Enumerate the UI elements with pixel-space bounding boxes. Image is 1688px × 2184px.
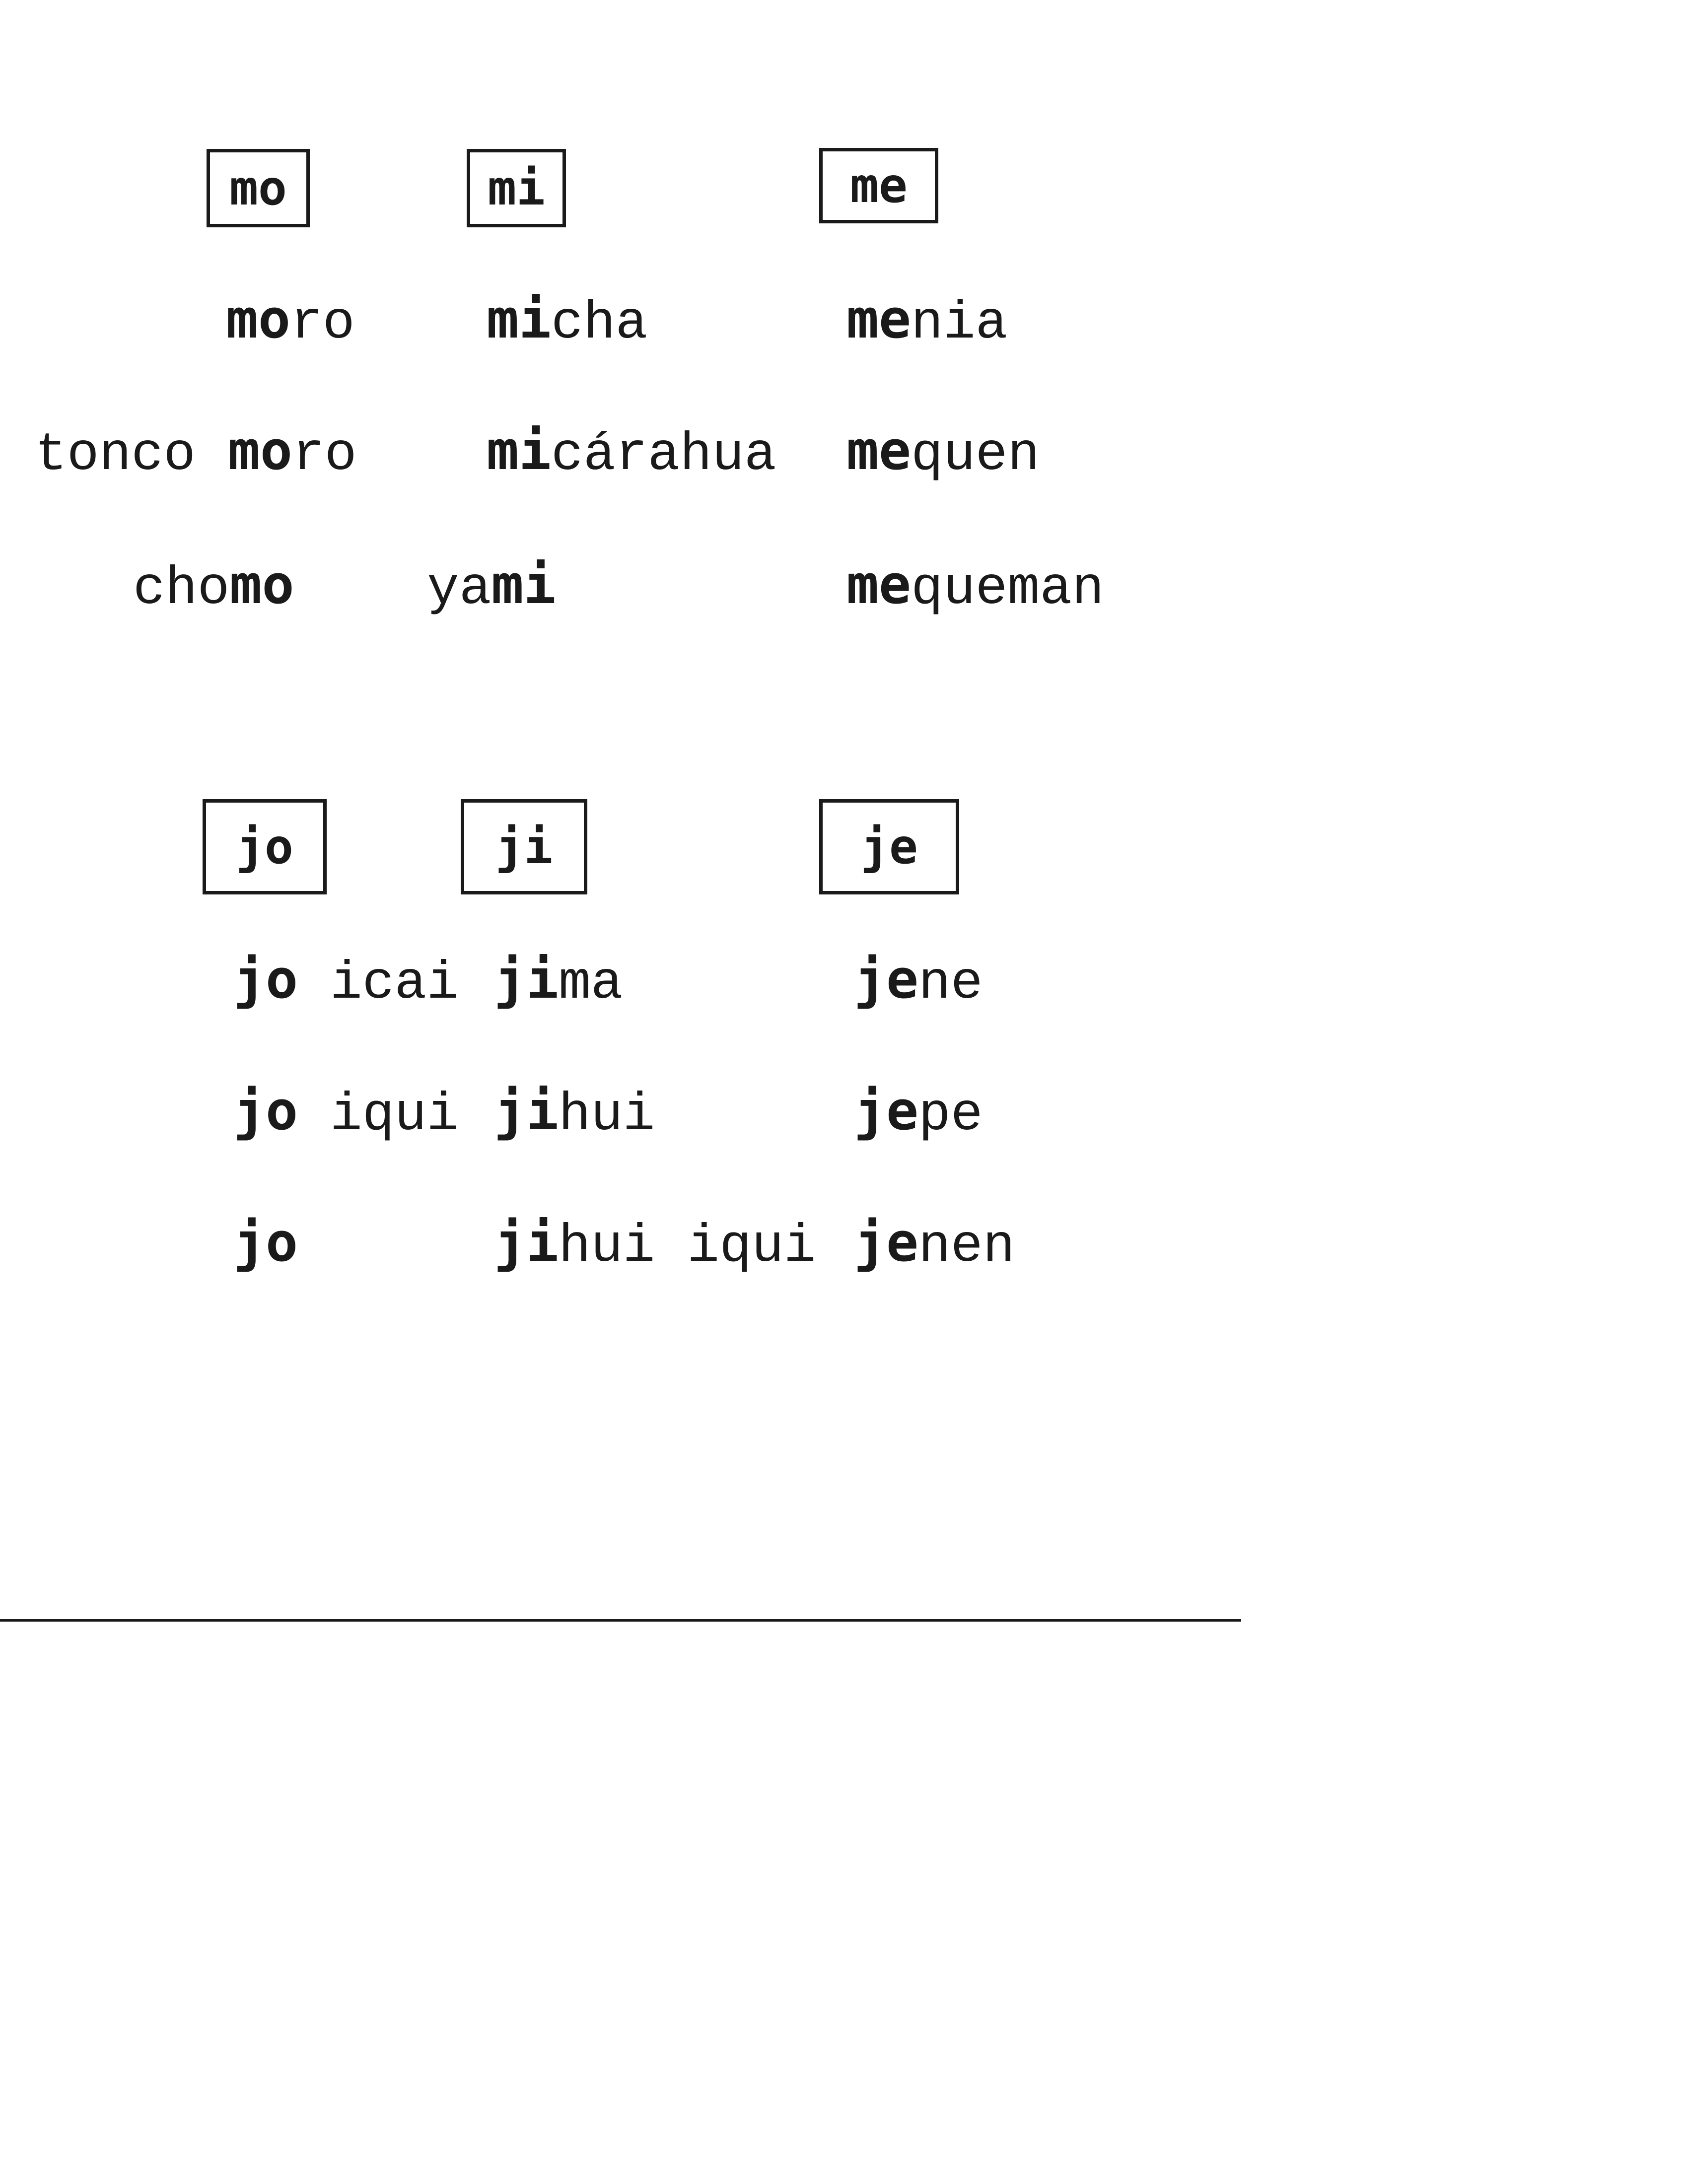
syllable-box-mo: mo <box>207 149 310 227</box>
syllable-box-ji: ji <box>461 799 587 894</box>
syllable-box-je: je <box>819 799 959 894</box>
word-menia: menia <box>846 293 1007 351</box>
syllable-label: jo <box>236 819 293 875</box>
word-syllable: me <box>846 288 912 350</box>
word-jenen: jenen <box>854 1216 1015 1274</box>
word-syllable: je <box>854 1212 919 1274</box>
word-syllable: je <box>854 949 919 1011</box>
syllable-label: ji <box>495 819 553 875</box>
word-syllable: mo <box>227 420 292 482</box>
word-syllable: mo <box>226 288 291 350</box>
word-jihui-iqui: jihui iqui <box>494 1216 816 1274</box>
word-rest: icai <box>298 954 459 1014</box>
word-rest: quen <box>911 425 1040 485</box>
syllable-label: mi <box>488 160 545 216</box>
word-jene: jene <box>854 953 983 1011</box>
syllable-box-jo: jo <box>203 799 327 894</box>
word-syllable: mi <box>487 420 552 482</box>
word-micha: micha <box>487 293 647 351</box>
word-jepe: jepe <box>854 1085 983 1143</box>
word-micarahua: micárahua <box>487 424 776 482</box>
word-jihui: jihui <box>494 1085 655 1143</box>
word-syllable: jo <box>233 1212 298 1274</box>
word-jo-icai: jo icai <box>233 953 459 1011</box>
word-rest: nia <box>911 293 1008 354</box>
word-syllable: me <box>846 420 912 482</box>
word-syllable: jo <box>233 949 298 1011</box>
word-rest: iqui <box>298 1085 459 1146</box>
word-rest: hui iqui <box>559 1217 816 1277</box>
word-syllable: mo <box>229 554 294 616</box>
word-prefix: ya <box>427 559 492 619</box>
word-syllable: ji <box>494 949 559 1011</box>
horizontal-divider <box>0 1619 1241 1622</box>
word-syllable: me <box>846 554 912 616</box>
word-rest: ne <box>918 954 983 1014</box>
word-jo: jo <box>233 1216 298 1274</box>
word-jo-iqui: jo iqui <box>233 1085 459 1143</box>
word-mequeman: mequeman <box>846 558 1104 616</box>
word-rest: hui <box>559 1085 655 1146</box>
word-syllable: je <box>854 1080 919 1142</box>
word-rest: ro <box>290 293 355 354</box>
word-syllable: ji <box>494 1212 559 1274</box>
syllable-box-mi: mi <box>467 149 566 227</box>
word-rest: cárahua <box>551 425 776 485</box>
word-syllable: ji <box>494 1080 559 1142</box>
syllable-label: mo <box>229 160 287 216</box>
word-syllable: jo <box>233 1080 298 1142</box>
word-rest: queman <box>911 559 1104 619</box>
syllable-label: je <box>860 819 918 875</box>
word-chomo: chomo <box>133 558 294 616</box>
word-rest: ma <box>559 954 623 1014</box>
word-rest: cha <box>551 293 648 354</box>
word-jima: jima <box>494 953 623 1011</box>
worksheet-page: mo mi me moro micha menia tonco moro mic… <box>0 0 1688 2184</box>
word-yami: yami <box>427 558 556 616</box>
word-prefix: cho <box>133 559 230 619</box>
word-syllable: mi <box>491 554 556 616</box>
word-tonco-moro: tonco moro <box>35 424 357 482</box>
syllable-label: me <box>850 158 908 213</box>
syllable-box-me: me <box>819 148 938 223</box>
word-mequen: mequen <box>846 424 1040 482</box>
word-rest: pe <box>918 1085 983 1146</box>
word-prefix: tonco <box>35 425 228 485</box>
word-rest: ro <box>292 425 357 485</box>
word-rest: nen <box>918 1217 1015 1277</box>
word-syllable: mi <box>487 288 552 350</box>
word-moro: moro <box>226 293 355 351</box>
